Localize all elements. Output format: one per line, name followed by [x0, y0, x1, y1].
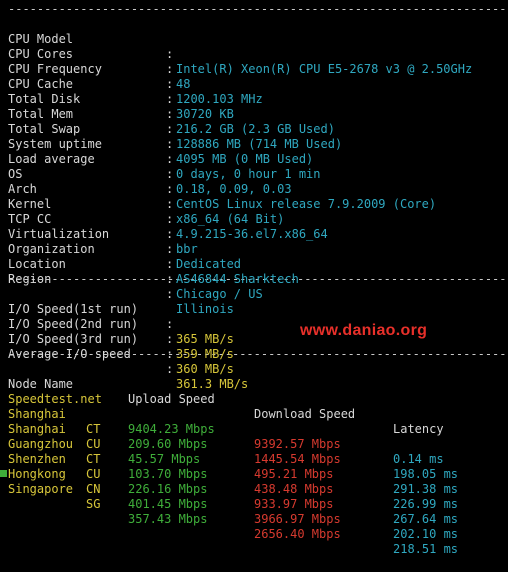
- info-row-virtualization: Virtualization : Dedicated: [8, 212, 508, 271]
- info-row-tcp-cc: TCP CC : bbr: [8, 197, 508, 256]
- info-row-os: OS : CentOS Linux release 7.9.2009 (Core…: [8, 152, 508, 211]
- io-label: Average I/O speed: [8, 347, 131, 361]
- table-row: Shanghai CU 45.57 Mbps 495.21 Mbps 291.3…: [8, 407, 508, 496]
- io-separator: :: [166, 347, 174, 361]
- upload-speed: 401.45 Mbps: [128, 497, 208, 511]
- info-row-load-average: Load average : 0.18, 0.09, 0.03: [8, 137, 508, 196]
- info-row-system-uptime: System uptime : 0 days, 0 hour 1 min: [8, 122, 508, 181]
- node-isp: SG: [86, 497, 101, 511]
- info-row-location: Location : Chicago / US: [8, 242, 508, 301]
- io-value: 359 MB/s: [176, 347, 234, 361]
- divider-line: ----------------------------------------…: [8, 2, 508, 16]
- system-info-block: CPU Model : Intel(R) Xeon(R) CPU E5-2678…: [8, 17, 508, 316]
- latency: 291.38 ms: [393, 482, 459, 496]
- info-label: Region: [8, 272, 52, 286]
- io-row-2nd-run: I/O Speed(2nd run) : 359 MB/s: [8, 302, 508, 361]
- info-row-cpu-frequency: CPU Frequency : 1200.103 MHz: [8, 47, 508, 106]
- speedtest-table: Node Name Upload Speed Download Speed La…: [8, 362, 508, 556]
- watermark-text: www.daniao.org: [300, 322, 428, 339]
- table-row: Shanghai CT 209.60 Mbps 1445.54 Mbps 198…: [8, 392, 508, 481]
- io-row-1st-run: I/O Speed(1st run) : 365 MB/s: [8, 287, 508, 346]
- info-row-total-mem: Total Mem : 128886 MB (714 MB Used): [8, 92, 508, 151]
- terminal-cursor: [0, 470, 7, 477]
- upload-speed: 226.16 Mbps: [128, 482, 208, 496]
- io-row-3rd-run: I/O Speed(3rd run) : 360 MB/s: [8, 317, 508, 376]
- table-row: Singapore SG 357.43 Mbps 2656.40 Mbps 21…: [8, 467, 508, 556]
- node-isp: CN: [86, 482, 101, 496]
- io-test-block: I/O Speed(1st run) : 365 MB/s I/O Speed(…: [8, 287, 508, 391]
- speedtest-header-row: Node Name Upload Speed Download Speed La…: [8, 362, 508, 436]
- download-speed: 438.48 Mbps: [254, 482, 334, 496]
- info-row-cpu-cores: CPU Cores : 48: [8, 32, 508, 91]
- latency: 218.51 ms: [393, 542, 459, 556]
- info-separator: :: [166, 272, 174, 286]
- latency: 267.64 ms: [393, 512, 459, 526]
- info-row-cpu-model: CPU Model : Intel(R) Xeon(R) CPU E5-2678…: [8, 17, 508, 76]
- node-name: Singapore: [8, 482, 74, 496]
- upload-speed: 357.43 Mbps: [128, 512, 208, 526]
- info-row-region: Region : Illinois: [8, 257, 508, 316]
- info-row-arch: Arch : x86_64 (64 Bit): [8, 167, 508, 226]
- latency: 226.99 ms: [393, 497, 459, 511]
- terminal-output: ----------------------------------------…: [8, 2, 508, 556]
- info-value: AS46844 Sharktech: [176, 272, 299, 286]
- download-speed: 2656.40 Mbps: [254, 527, 341, 541]
- table-row: Speedtest.net 9404.23 Mbps 9392.57 Mbps …: [8, 377, 508, 466]
- download-speed: 3966.97 Mbps: [254, 512, 341, 526]
- info-row-organization: Organization : AS46844 Sharktech: [8, 227, 508, 286]
- io-row-average: Average I/O speed : 361.3 MB/s: [8, 332, 508, 391]
- table-row: Hongkong CN 401.45 Mbps 3966.97 Mbps 202…: [8, 452, 508, 541]
- info-row-total-disk: Total Disk : 216.2 GB (2.3 GB Used): [8, 77, 508, 136]
- latency: 202.10 ms: [393, 527, 459, 541]
- info-row-kernel: Kernel : 4.9.215-36.el7.x86_64: [8, 182, 508, 241]
- info-row-total-swap: Total Swap : 4095 MB (0 MB Used): [8, 107, 508, 166]
- download-speed: 933.97 Mbps: [254, 497, 334, 511]
- info-row-cpu-cache: CPU Cache : 30720 KB: [8, 62, 508, 121]
- table-row: Guangzhou CT 103.70 Mbps 438.48 Mbps 226…: [8, 422, 508, 511]
- table-row: Shenzhen CU 226.16 Mbps 933.97 Mbps 267.…: [8, 437, 508, 526]
